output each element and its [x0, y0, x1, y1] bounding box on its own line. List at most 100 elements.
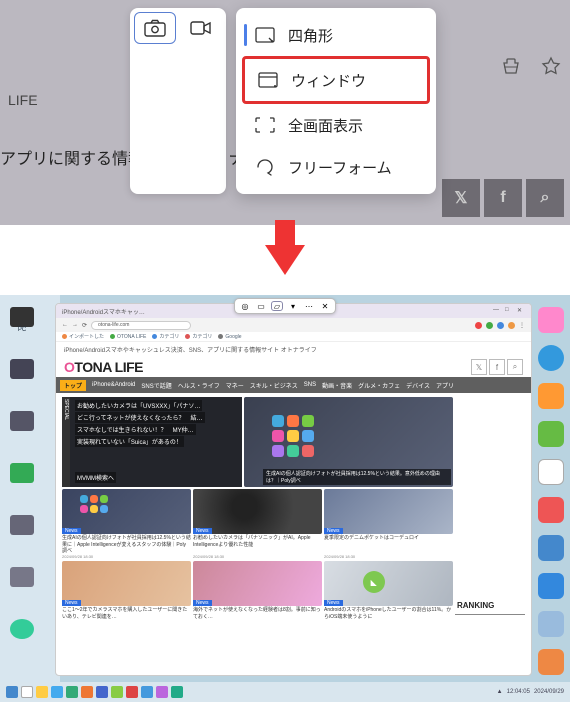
taskbar-icon[interactable]: [111, 686, 123, 698]
desktop-icon[interactable]: [538, 611, 564, 637]
desktop-icon[interactable]: [538, 421, 564, 447]
taskbar-icon[interactable]: [96, 686, 108, 698]
more-icon[interactable]: ⋯: [303, 301, 315, 311]
arrow-down-indicator: [0, 225, 570, 295]
desktop-icon[interactable]: [538, 459, 564, 485]
url-input[interactable]: otona-life.com: [91, 321, 191, 330]
article-card[interactable]: ◣ News AndroidのスマホをiPhoneしたユーザーの割合は11%。か…: [324, 561, 453, 646]
nav-item[interactable]: トップ: [60, 380, 86, 391]
nav-item[interactable]: ヘルス・ライフ: [178, 381, 220, 390]
nav-item[interactable]: スキル・ビジネス: [250, 381, 298, 390]
desktop-icon[interactable]: [6, 359, 38, 397]
window-icon[interactable]: ▱: [271, 301, 283, 311]
bookmark-item[interactable]: Google: [218, 334, 241, 340]
camera-icon[interactable]: ◎: [239, 301, 251, 311]
search-icon[interactable]: ⌕: [507, 359, 523, 375]
card-badge: News: [193, 528, 212, 534]
start-icon[interactable]: [6, 686, 18, 698]
taskbar-tray[interactable]: ▲ 12:04:05 2024/09/29: [497, 689, 564, 695]
desktop-icon[interactable]: [6, 515, 38, 553]
taskbar-icon[interactable]: [156, 686, 168, 698]
star-icon[interactable]: [540, 55, 562, 77]
desktop-icon[interactable]: [538, 649, 564, 675]
tab-title[interactable]: iPhone/Androidスマホキャッ…: [62, 307, 145, 316]
desktop-icon[interactable]: [6, 463, 38, 501]
article-card[interactable]: News お勧めしたいカメラは「パナソニック」がAI。Apple Intelli…: [193, 489, 322, 559]
video-icon[interactable]: ▭: [255, 301, 267, 311]
chevron-down-icon[interactable]: ▾: [287, 301, 299, 311]
taskbar-icon[interactable]: [51, 686, 63, 698]
nav-item[interactable]: グルメ・カフェ: [358, 381, 400, 390]
bookmark-item[interactable]: OTONA LIFE: [110, 334, 146, 340]
taskbar-icon[interactable]: [21, 686, 33, 698]
nav-item[interactable]: SNS: [304, 382, 316, 388]
hero-headlines[interactable]: SPECIAL お勧めしたいカメラは「UVSXXX」「パナソ… どこ行ってネット…: [62, 397, 242, 487]
desktop-icon[interactable]: PC: [6, 307, 38, 345]
ext-icon[interactable]: [508, 322, 515, 329]
search-icon[interactable]: ⌕: [526, 179, 564, 217]
menu-icon[interactable]: ⋮: [519, 322, 525, 329]
headline[interactable]: スマホなしでは生きられない！？ MY仲…: [75, 424, 196, 435]
dropdown-item-window[interactable]: ウィンドウ: [242, 56, 430, 104]
x-icon[interactable]: 𝕏: [442, 179, 480, 217]
facebook-icon[interactable]: f: [484, 179, 522, 217]
extension-icon[interactable]: [500, 55, 522, 77]
desktop-icon[interactable]: [538, 345, 564, 371]
headline[interactable]: 実装現れていない「Suica」があるの！: [75, 436, 184, 447]
desktop-icons-right: [538, 307, 564, 675]
nav-item[interactable]: マネー: [226, 381, 244, 390]
desktop-icon[interactable]: [6, 411, 38, 449]
nav-item[interactable]: 動画・音楽: [322, 381, 352, 390]
taskbar-icon[interactable]: [36, 686, 48, 698]
nav-item[interactable]: iPhone&Android: [92, 382, 135, 388]
close-icon[interactable]: ✕: [319, 301, 331, 311]
taskbar-icon[interactable]: [66, 686, 78, 698]
video-mode-button[interactable]: [180, 12, 222, 44]
close-icon[interactable]: ✕: [517, 307, 525, 315]
headline[interactable]: どこ行ってネットが使えなくなったら？ 結…: [75, 412, 205, 423]
taskbar-icon[interactable]: [81, 686, 93, 698]
desktop-icon[interactable]: [538, 383, 564, 409]
taskbar-icon[interactable]: [141, 686, 153, 698]
article-card[interactable]: News 生成AIの個人認証向けフォトが社員採用は12.5%という結果に｜App…: [62, 489, 191, 559]
nav-item[interactable]: アプリ: [436, 381, 454, 390]
minimize-icon[interactable]: —: [493, 307, 501, 315]
bookmark-item[interactable]: インポートした: [62, 333, 104, 340]
dropdown-item-fullscreen[interactable]: 全画面表示: [242, 104, 430, 146]
desktop-icon[interactable]: [6, 567, 38, 605]
desktop-icon[interactable]: [538, 573, 564, 599]
hero-image[interactable]: 生成AIの個人認証向けフォトが社員採用は12.5%という結果。意外低めの理由は？…: [244, 397, 453, 487]
headline[interactable]: お勧めしたいカメラは「UVSXXX」「パナソ…: [75, 400, 202, 411]
snipping-overlay[interactable]: ◎ ▭ ▱ ▾ ⋯ ✕: [234, 298, 336, 314]
camera-mode-button[interactable]: [134, 12, 176, 44]
nav-item[interactable]: デバイス: [406, 381, 430, 390]
desktop-icon[interactable]: [538, 497, 564, 523]
facebook-icon[interactable]: f: [489, 359, 505, 375]
x-icon[interactable]: 𝕏: [471, 359, 487, 375]
back-icon[interactable]: ←: [62, 322, 68, 328]
ext-icon[interactable]: [486, 322, 493, 329]
taskbar-icon[interactable]: [171, 686, 183, 698]
headline-more[interactable]: MVMM検索へ: [75, 472, 116, 483]
article-card[interactable]: News 夏季限定のデニムポケットはコーデュロイ 2024/09/28 18:3…: [324, 489, 453, 559]
bookmark-item[interactable]: カテゴリ: [152, 333, 179, 340]
ext-icon[interactable]: [475, 322, 482, 329]
desktop-icon[interactable]: [538, 307, 564, 333]
windows-taskbar[interactable]: ▲ 12:04:05 2024/09/29: [0, 682, 570, 702]
forward-icon[interactable]: →: [72, 322, 78, 328]
reload-icon[interactable]: ⟳: [82, 322, 87, 329]
dropdown-item-freeform[interactable]: フリーフォーム: [242, 146, 430, 188]
bookmark-item[interactable]: カテゴリ: [185, 333, 212, 340]
tray-icon[interactable]: ▲: [497, 689, 503, 695]
article-card[interactable]: News ここ1～2年でカメラスマホを購入したユーザーに聞きたいあり、テレビ関連…: [62, 561, 191, 646]
article-card[interactable]: News 海外でネットが使えなくなった経験者は8割。事前に知っておく…: [193, 561, 322, 646]
desktop-icon[interactable]: [6, 619, 38, 657]
maximize-icon[interactable]: □: [505, 307, 513, 315]
desktop-icon[interactable]: [538, 535, 564, 561]
dropdown-item-rectangle[interactable]: 四角形: [242, 14, 430, 56]
taskbar-icon[interactable]: [126, 686, 138, 698]
ext-icon[interactable]: [497, 322, 504, 329]
site-logo[interactable]: OTONA LIFE: [64, 359, 143, 375]
nav-item[interactable]: SNSで話題: [141, 381, 171, 390]
dropdown-item-label: フリーフォーム: [288, 157, 392, 178]
